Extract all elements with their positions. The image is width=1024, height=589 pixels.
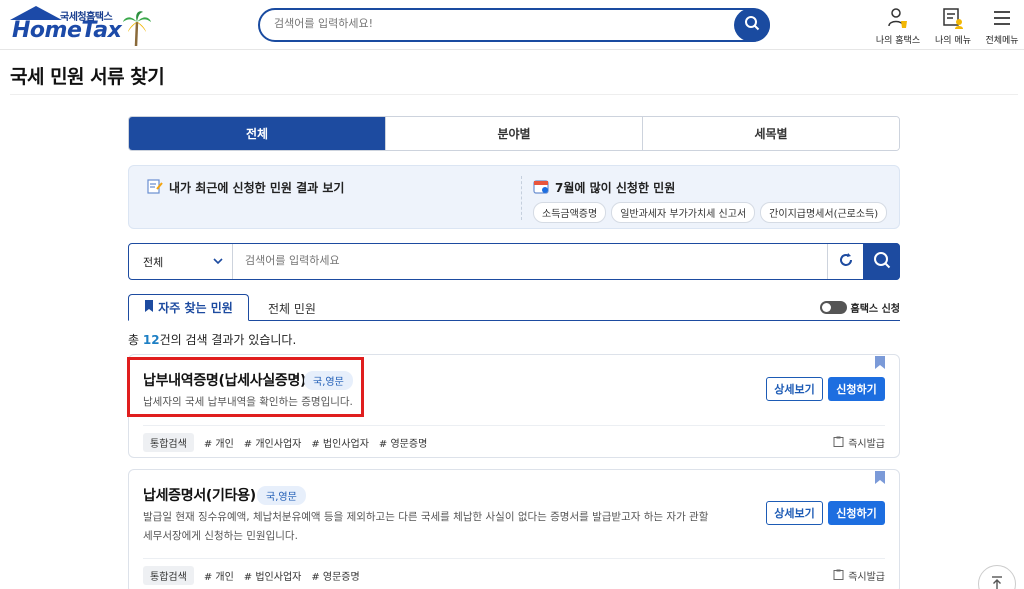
popular-chips: 소득금액증명 일반과세자 부가가치세 신고서 간이지급명세서(근로소득): [533, 202, 888, 223]
language-badge: 국,영문: [257, 486, 306, 505]
apply-button[interactable]: 신청하기: [828, 501, 885, 525]
result-count-suffix: 건의 검색 결과가 있습니다.: [159, 333, 297, 347]
global-search-input[interactable]: [274, 17, 714, 30]
popular-title: 7월에 많이 신청한 민원: [533, 178, 675, 197]
recent-results-link[interactable]: 내가 최근에 신청한 민원 결과 보기: [147, 178, 344, 197]
page-title: 국세 민원 서류 찾기: [10, 66, 165, 88]
clipboard-icon: [833, 569, 844, 583]
instant-issue: 즉시발급: [833, 435, 885, 450]
search-scope-value: 전체: [143, 255, 164, 269]
info-divider: [521, 176, 522, 220]
detail-button[interactable]: 상세보기: [766, 377, 823, 401]
instant-issue: 즉시발급: [833, 568, 885, 583]
my-hometax-icon: [870, 6, 926, 30]
card-divider: [143, 425, 885, 426]
top-header: 국세청홈택스 HomeTax 나의 홈택스: [0, 0, 1024, 50]
recent-results-label: 내가 최근에 신청한 민원 결과 보기: [169, 181, 345, 195]
calendar-icon: [533, 178, 549, 197]
card-divider: [143, 558, 885, 559]
my-menu-icon: [925, 6, 981, 30]
tab-all[interactable]: 전체: [129, 117, 385, 150]
tag-main[interactable]: 통합검색: [143, 566, 194, 585]
quick-info-box: 내가 최근에 신청한 민원 결과 보기 7월에 많이 신청한 민원 소득금액증명…: [128, 165, 900, 229]
document-description-line: 발급일 현재 징수유예액, 체납처분유예액 등을 제외하고는 다른 국세를 체납…: [143, 511, 709, 523]
global-search[interactable]: [258, 8, 770, 42]
tag[interactable]: # 개인사업자: [244, 435, 302, 450]
result-count-number: 12: [142, 333, 160, 347]
refresh-button[interactable]: [827, 244, 863, 279]
bookmark-icon[interactable]: [875, 354, 885, 373]
document-search-input[interactable]: [245, 254, 805, 267]
document-title[interactable]: 납세증명서(기타용): [143, 485, 256, 505]
highlight-box: [127, 357, 364, 417]
tab-by-tax[interactable]: 세목별: [642, 117, 899, 150]
document-search-bar: 전체: [128, 243, 900, 280]
bookmark-icon: [144, 300, 154, 315]
instant-issue-label: 즉시발급: [848, 439, 885, 450]
category-tabs: 전체 분야별 세목별: [128, 116, 900, 151]
result-count: 총 12건의 검색 결과가 있습니다.: [128, 331, 296, 348]
apply-button[interactable]: 신청하기: [828, 377, 885, 401]
tab-frequent-label: 자주 찾는 민원: [158, 301, 233, 315]
logo-big-text: HomeTax: [12, 18, 122, 43]
my-hometax-button[interactable]: 나의 홈택스: [870, 6, 926, 46]
document-description: 발급일 현재 징수유예액, 체납처분유예액 등을 제외하고는 다른 국세를 체납…: [143, 508, 743, 546]
toggle-label: 홈택스 신청: [850, 304, 900, 315]
card-tags: 통합검색 # 개인 # 개인사업자 # 법인사업자 # 영문증명: [143, 433, 427, 452]
my-hometax-label: 나의 홈택스: [875, 36, 921, 46]
document-description-line: 세무서장에게 신청하는 민원입니다.: [143, 530, 298, 542]
tag[interactable]: # 영문증명: [311, 568, 359, 583]
hometax-apply-toggle[interactable]: 홈택스 신청: [819, 300, 900, 315]
popular-chip[interactable]: 간이지급명세서(근로소득): [760, 202, 888, 223]
scroll-top-button[interactable]: [978, 565, 1016, 589]
my-menu-label: 나의 메뉴: [935, 36, 971, 46]
all-menu-button[interactable]: 전체메뉴: [974, 6, 1024, 46]
document-card: 납세증명서(기타용) 국,영문 발급일 현재 징수유예액, 체납처분유예액 등을…: [128, 469, 900, 589]
my-menu-button[interactable]: 나의 메뉴: [925, 6, 981, 46]
chevron-down-icon: [212, 255, 224, 270]
global-search-button[interactable]: [734, 8, 770, 42]
popular-chip[interactable]: 소득금액증명: [533, 202, 607, 223]
tab-frequent[interactable]: 자주 찾는 민원: [128, 294, 249, 321]
bookmark-icon[interactable]: [875, 469, 885, 488]
tag[interactable]: # 개인: [204, 568, 234, 583]
palm-tree-icon: [122, 10, 152, 50]
edit-document-icon: [147, 178, 163, 197]
instant-issue-label: 즉시발급: [848, 572, 885, 583]
all-menu-label: 전체메뉴: [985, 36, 1019, 46]
hometax-logo[interactable]: 국세청홈택스 HomeTax: [8, 6, 158, 47]
search-icon: [873, 251, 891, 273]
tag[interactable]: # 법인사업자: [244, 568, 302, 583]
refresh-icon: [838, 252, 854, 272]
tab-all-documents[interactable]: 전체 민원: [268, 300, 316, 317]
search-icon: [744, 15, 760, 35]
tag[interactable]: # 개인: [204, 435, 234, 450]
result-subtabs: 자주 찾는 민원 전체 민원 홈택스 신청: [128, 294, 900, 321]
tag-main[interactable]: 통합검색: [143, 433, 194, 452]
tag[interactable]: # 법인사업자: [311, 435, 369, 450]
document-search-button[interactable]: [863, 243, 900, 280]
card-tags: 통합검색 # 개인 # 법인사업자 # 영문증명: [143, 566, 360, 585]
search-scope-select[interactable]: 전체: [129, 244, 233, 279]
result-count-prefix: 총: [128, 333, 143, 347]
arrow-up-icon: [991, 575, 1003, 589]
tag[interactable]: # 영문증명: [379, 435, 427, 450]
clipboard-icon: [833, 436, 844, 450]
popular-chip[interactable]: 일반과세자 부가가치세 신고서: [611, 202, 756, 223]
popular-title-label: 7월에 많이 신청한 민원: [555, 181, 676, 195]
detail-button[interactable]: 상세보기: [766, 501, 823, 525]
title-divider: [10, 94, 1018, 95]
toggle-switch[interactable]: [819, 301, 847, 314]
hamburger-icon: [974, 6, 1024, 30]
tab-by-field[interactable]: 분야별: [385, 117, 642, 150]
